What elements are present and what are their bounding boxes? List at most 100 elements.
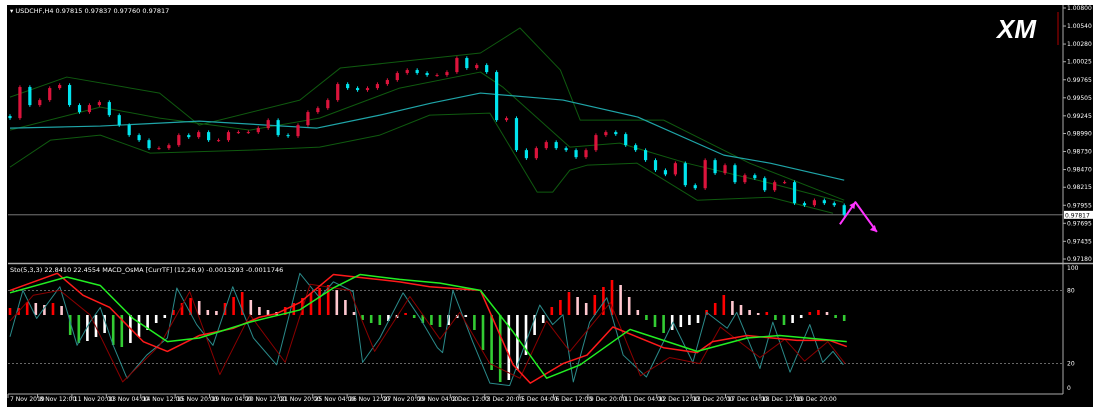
candle-body: [524, 150, 529, 159]
osma-bar: [679, 315, 683, 327]
candle-body: [316, 108, 320, 113]
xm-logo: XM: [995, 12, 1059, 45]
candle-body: [713, 160, 717, 174]
price-tick-label: 0.99505: [1067, 95, 1092, 102]
candle-body: [693, 185, 697, 189]
osma-bar: [473, 315, 476, 330]
osc-tick-label: 0: [1067, 385, 1071, 392]
osma-bar: [817, 310, 820, 315]
osma-bar: [722, 295, 726, 315]
price-tick-label: 0.98730: [1067, 149, 1092, 156]
candle-body: [564, 148, 568, 151]
candle-body: [614, 132, 618, 135]
candle-body: [355, 88, 360, 91]
osma-bar: [154, 315, 158, 323]
candle-body: [514, 118, 519, 151]
candle-body: [763, 178, 767, 191]
candle-body: [226, 132, 231, 141]
osma-bar: [490, 315, 493, 370]
price-tick-label: 0.97180: [1067, 256, 1092, 263]
candle-body: [77, 105, 82, 113]
candle-body: [425, 73, 429, 76]
candle-body: [167, 145, 171, 149]
price-tick-label: 1.00280: [1067, 41, 1092, 48]
candle-body: [58, 85, 62, 89]
chart-canvas[interactable]: 1.00800 1.00540 1.00280 1.00025 0.99765 0.995…: [0, 0, 1093, 407]
osma-bar: [163, 315, 167, 318]
osma-bar: [550, 307, 554, 315]
candle-body: [822, 200, 826, 204]
time-tick-label: 8 Nov 12:00: [40, 396, 77, 403]
candle-body: [187, 135, 191, 138]
osma-bar: [834, 315, 837, 318]
candle-body: [216, 140, 221, 142]
subwindow-header: Sto(5,3,3) 22.8410 22.4554 MACD_OsMA [Cu…: [10, 266, 284, 274]
candle-body: [415, 70, 419, 74]
osma-bar: [464, 315, 468, 317]
candle-body: [554, 142, 558, 149]
osma-bar: [335, 290, 339, 315]
osma-bar: [498, 315, 502, 382]
candle-body: [87, 105, 92, 113]
osma-bar: [215, 311, 218, 315]
osma-bar: [825, 312, 829, 315]
osma-bar: [8, 308, 12, 315]
candle-body: [107, 102, 111, 116]
price-tick-label: 1.00800: [1067, 5, 1092, 12]
candle-body: [405, 70, 409, 74]
osma-bar: [731, 301, 734, 315]
osma-bar: [808, 312, 812, 315]
candle-body: [395, 73, 399, 81]
candle-body: [147, 140, 151, 149]
candle-body: [455, 58, 459, 73]
candle-body: [604, 132, 608, 136]
time-tick-label: 5 Dec 04:00: [521, 396, 558, 403]
candle-body: [703, 160, 707, 189]
candle-body: [584, 150, 588, 158]
candle-body: [306, 112, 310, 126]
osma-bar: [576, 297, 579, 315]
osma-bar: [430, 315, 433, 325]
candle-body: [326, 100, 330, 109]
time-tick-label: 2 Dec 12:00: [452, 396, 489, 403]
candle-body: [753, 175, 757, 179]
osc-tick-label: 80: [1067, 287, 1075, 294]
osma-bar: [636, 310, 640, 315]
osma-bar: [51, 303, 55, 315]
candle-body: [18, 87, 22, 119]
time-tick-label: 3 Dec 20:00: [487, 396, 524, 403]
symbol-ohlc: USDCHF,H4 0.97815 0.97837 0.97760 0.9781…: [15, 7, 170, 15]
candle-body: [286, 135, 290, 137]
candle-body: [256, 128, 260, 133]
candle-body: [38, 100, 42, 106]
candle-body: [375, 84, 380, 89]
price-tick-label: 0.98990: [1067, 131, 1092, 138]
candle-body: [832, 203, 836, 206]
candle-body: [346, 84, 350, 89]
osma-bar: [412, 315, 416, 318]
price-tick-label: 0.97435: [1067, 238, 1092, 245]
price-tick-label: 0.99245: [1067, 113, 1092, 120]
candle-body: [534, 148, 538, 159]
osma-bar: [369, 315, 373, 323]
osma-bar: [791, 315, 794, 323]
candle-body: [634, 145, 638, 151]
price-tick-label: 1.00025: [1067, 59, 1092, 66]
candle-body: [504, 118, 509, 121]
osc-tick-label: 100: [1067, 265, 1079, 272]
candle-body: [465, 58, 469, 69]
candle-body: [574, 150, 578, 158]
candle-body: [385, 80, 389, 85]
osma-bar: [344, 300, 347, 315]
collapse-triangle-icon[interactable]: ▾: [10, 7, 13, 15]
candle-body: [743, 175, 747, 183]
osma-bar: [619, 285, 622, 315]
candle-body: [117, 115, 121, 126]
osma-bar: [258, 307, 261, 315]
osma-bar: [60, 306, 63, 315]
osma-bar: [438, 315, 442, 327]
candle-body: [8, 116, 12, 119]
candle-body: [594, 135, 598, 151]
osma-bar: [266, 310, 270, 315]
osma-bar: [404, 313, 407, 315]
